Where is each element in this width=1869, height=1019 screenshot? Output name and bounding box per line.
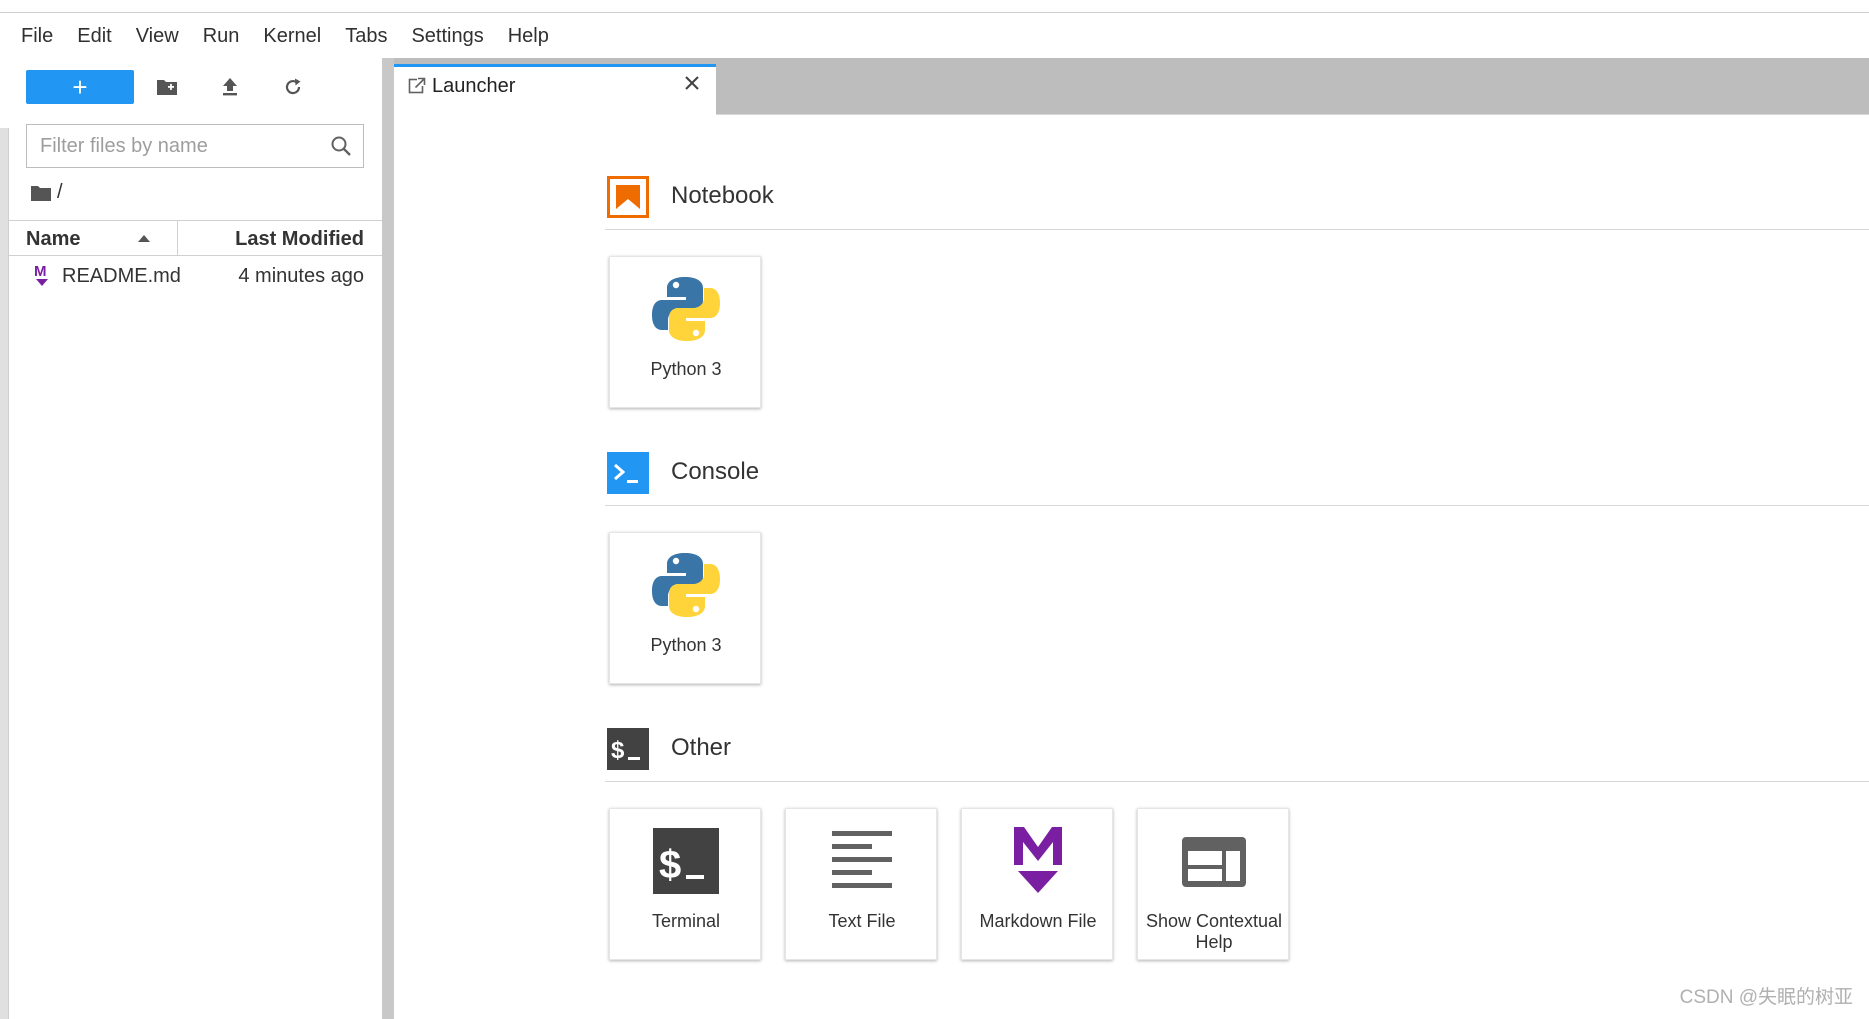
section-other: $ Other: [605, 728, 1869, 784]
card-contextual-help[interactable]: Show Contextual Help: [1137, 808, 1289, 960]
new-launcher-button[interactable]: +: [26, 70, 134, 104]
search-icon: [331, 136, 351, 156]
card-label: Text File: [828, 911, 896, 931]
upload-icon: [223, 78, 237, 96]
svg-text:$: $: [659, 843, 681, 887]
column-name[interactable]: Name: [26, 228, 80, 251]
section-notebook: Notebook: [605, 176, 1869, 232]
python-icon: [652, 553, 720, 617]
card-terminal[interactable]: $ Terminal: [609, 808, 761, 960]
card-label: Terminal: [651, 911, 721, 931]
column-last-modified[interactable]: Last Modified: [235, 228, 364, 251]
section-title: Console: [671, 458, 760, 485]
sort-ascending-icon: [138, 235, 150, 242]
file-modified: 4 minutes ago: [238, 265, 364, 287]
terminal-icon: $: [607, 728, 649, 770]
new-folder-button[interactable]: [153, 73, 181, 101]
new-folder-icon: [157, 80, 177, 95]
svg-text:M: M: [34, 263, 47, 280]
watermark: CSDN @失眠的树亚: [1679, 987, 1853, 1008]
launcher-icon: [408, 77, 426, 94]
filter-files-field[interactable]: [26, 124, 364, 168]
tab-label: Launcher: [432, 75, 516, 97]
section-divider: [605, 781, 1869, 782]
file-name: README.md: [62, 265, 181, 287]
card-label: Python 3: [650, 635, 722, 655]
menu-kernel[interactable]: Kernel: [251, 14, 333, 58]
left-sidebar-strip: [0, 128, 8, 1019]
window-top-border: [0, 12, 1869, 13]
markdown-icon: [1014, 827, 1062, 893]
breadcrumb-root[interactable]: /: [57, 181, 63, 204]
card-label: Python 3: [650, 359, 722, 379]
tab-bar-border: [716, 114, 1869, 115]
card-notebook-python3[interactable]: Python 3: [609, 256, 761, 408]
console-icon: [607, 452, 649, 494]
card-label: Markdown File: [979, 911, 1097, 931]
terminal-icon: $: [653, 828, 719, 894]
file-row-readme[interactable]: M README.md 4 minutes ago: [8, 260, 382, 294]
card-label: Show Contextual Help: [1145, 911, 1283, 952]
menu-tabs[interactable]: Tabs: [333, 14, 399, 58]
menu-edit[interactable]: Edit: [65, 14, 123, 58]
card-console-python3[interactable]: Python 3: [609, 532, 761, 684]
refresh-icon: [285, 78, 301, 95]
python-icon: [652, 277, 720, 341]
section-title: Other: [671, 734, 732, 761]
menu-settings[interactable]: Settings: [399, 14, 495, 58]
text-file-icon: [832, 831, 892, 888]
panel-splitter[interactable]: [382, 58, 394, 1019]
section-divider: [605, 229, 1869, 230]
section-divider: [605, 505, 1869, 506]
card-text-file[interactable]: Text File: [785, 808, 937, 960]
menu-file[interactable]: File: [9, 14, 65, 58]
close-icon[interactable]: [682, 73, 702, 93]
plus-icon: +: [72, 72, 88, 102]
folder-icon[interactable]: [30, 184, 52, 202]
contextual-help-icon: [1182, 837, 1246, 887]
menu-help[interactable]: Help: [496, 14, 561, 58]
upload-button[interactable]: [216, 73, 244, 101]
notebook-icon: [607, 176, 649, 218]
column-divider[interactable]: [177, 221, 178, 256]
markdown-icon: M: [34, 263, 48, 286]
svg-text:$: $: [611, 737, 625, 764]
menubar: File Edit View Run Kernel Tabs Settings …: [0, 14, 1869, 58]
menu-view[interactable]: View: [124, 14, 191, 58]
refresh-button[interactable]: [279, 73, 307, 101]
filter-files-input[interactable]: [27, 134, 317, 158]
tab-launcher[interactable]: Launcher: [394, 64, 716, 116]
menu-run[interactable]: Run: [191, 14, 252, 58]
section-title: Notebook: [671, 182, 774, 209]
card-markdown-file[interactable]: Markdown File: [961, 808, 1113, 960]
breadcrumb: /: [30, 181, 63, 204]
section-console: Console: [605, 452, 1869, 508]
file-list-header: Name Last Modified: [8, 220, 382, 256]
